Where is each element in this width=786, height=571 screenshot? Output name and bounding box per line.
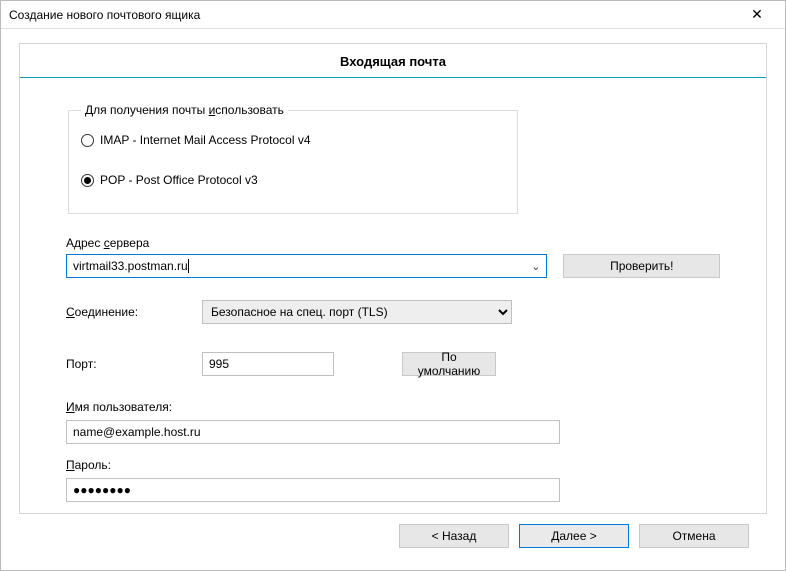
next-button[interactable]: Далее >: [519, 524, 629, 548]
server-address-value: virtmail33.postman.ru: [73, 259, 188, 273]
content-area: Входящая почта Для получения почты испол…: [1, 29, 785, 570]
protocol-radio-pop[interactable]: POP - Post Office Protocol v3: [81, 169, 505, 195]
server-address-combo[interactable]: virtmail33.postman.ru ⌄: [66, 254, 547, 278]
chevron-down-icon: ⌄: [531, 260, 540, 273]
verify-button[interactable]: Проверить!: [563, 254, 720, 278]
username-input[interactable]: [66, 420, 560, 444]
protocol-legend: Для получения почты использовать: [81, 103, 288, 117]
back-button[interactable]: < Назад: [399, 524, 509, 548]
window-title: Создание нового почтового ящика: [9, 8, 200, 22]
radio-icon: [81, 174, 94, 187]
password-label: Пароль:: [66, 458, 720, 472]
port-label: Порт:: [66, 357, 202, 371]
connection-label: Соединение:: [66, 305, 202, 319]
default-port-button[interactable]: По умолчанию: [402, 352, 496, 376]
titlebar: Создание нового почтового ящика ✕: [1, 1, 785, 29]
text-caret: [188, 259, 189, 273]
panel: Входящая почта Для получения почты испол…: [19, 43, 767, 514]
radio-label-imap: IMAP - Internet Mail Access Protocol v4: [100, 133, 311, 147]
footer: < Назад Далее > Отмена: [19, 514, 767, 560]
port-input[interactable]: [202, 352, 334, 376]
server-label: Адрес сервера: [66, 236, 720, 250]
protocol-fieldset: Для получения почты использовать IMAP - …: [68, 110, 518, 214]
password-input[interactable]: [66, 478, 560, 502]
username-label: Имя пользователя:: [66, 400, 720, 414]
protocol-radio-imap[interactable]: IMAP - Internet Mail Access Protocol v4: [81, 129, 505, 155]
window: Создание нового почтового ящика ✕ Входящ…: [0, 0, 786, 571]
panel-divider: [20, 77, 766, 78]
connection-select[interactable]: Безопасное на спец. порт (TLS): [202, 300, 512, 324]
panel-title: Входящая почта: [20, 44, 766, 77]
cancel-button[interactable]: Отмена: [639, 524, 749, 548]
radio-label-pop: POP - Post Office Protocol v3: [100, 173, 258, 187]
radio-icon: [81, 134, 94, 147]
close-icon[interactable]: ✕: [737, 1, 777, 28]
